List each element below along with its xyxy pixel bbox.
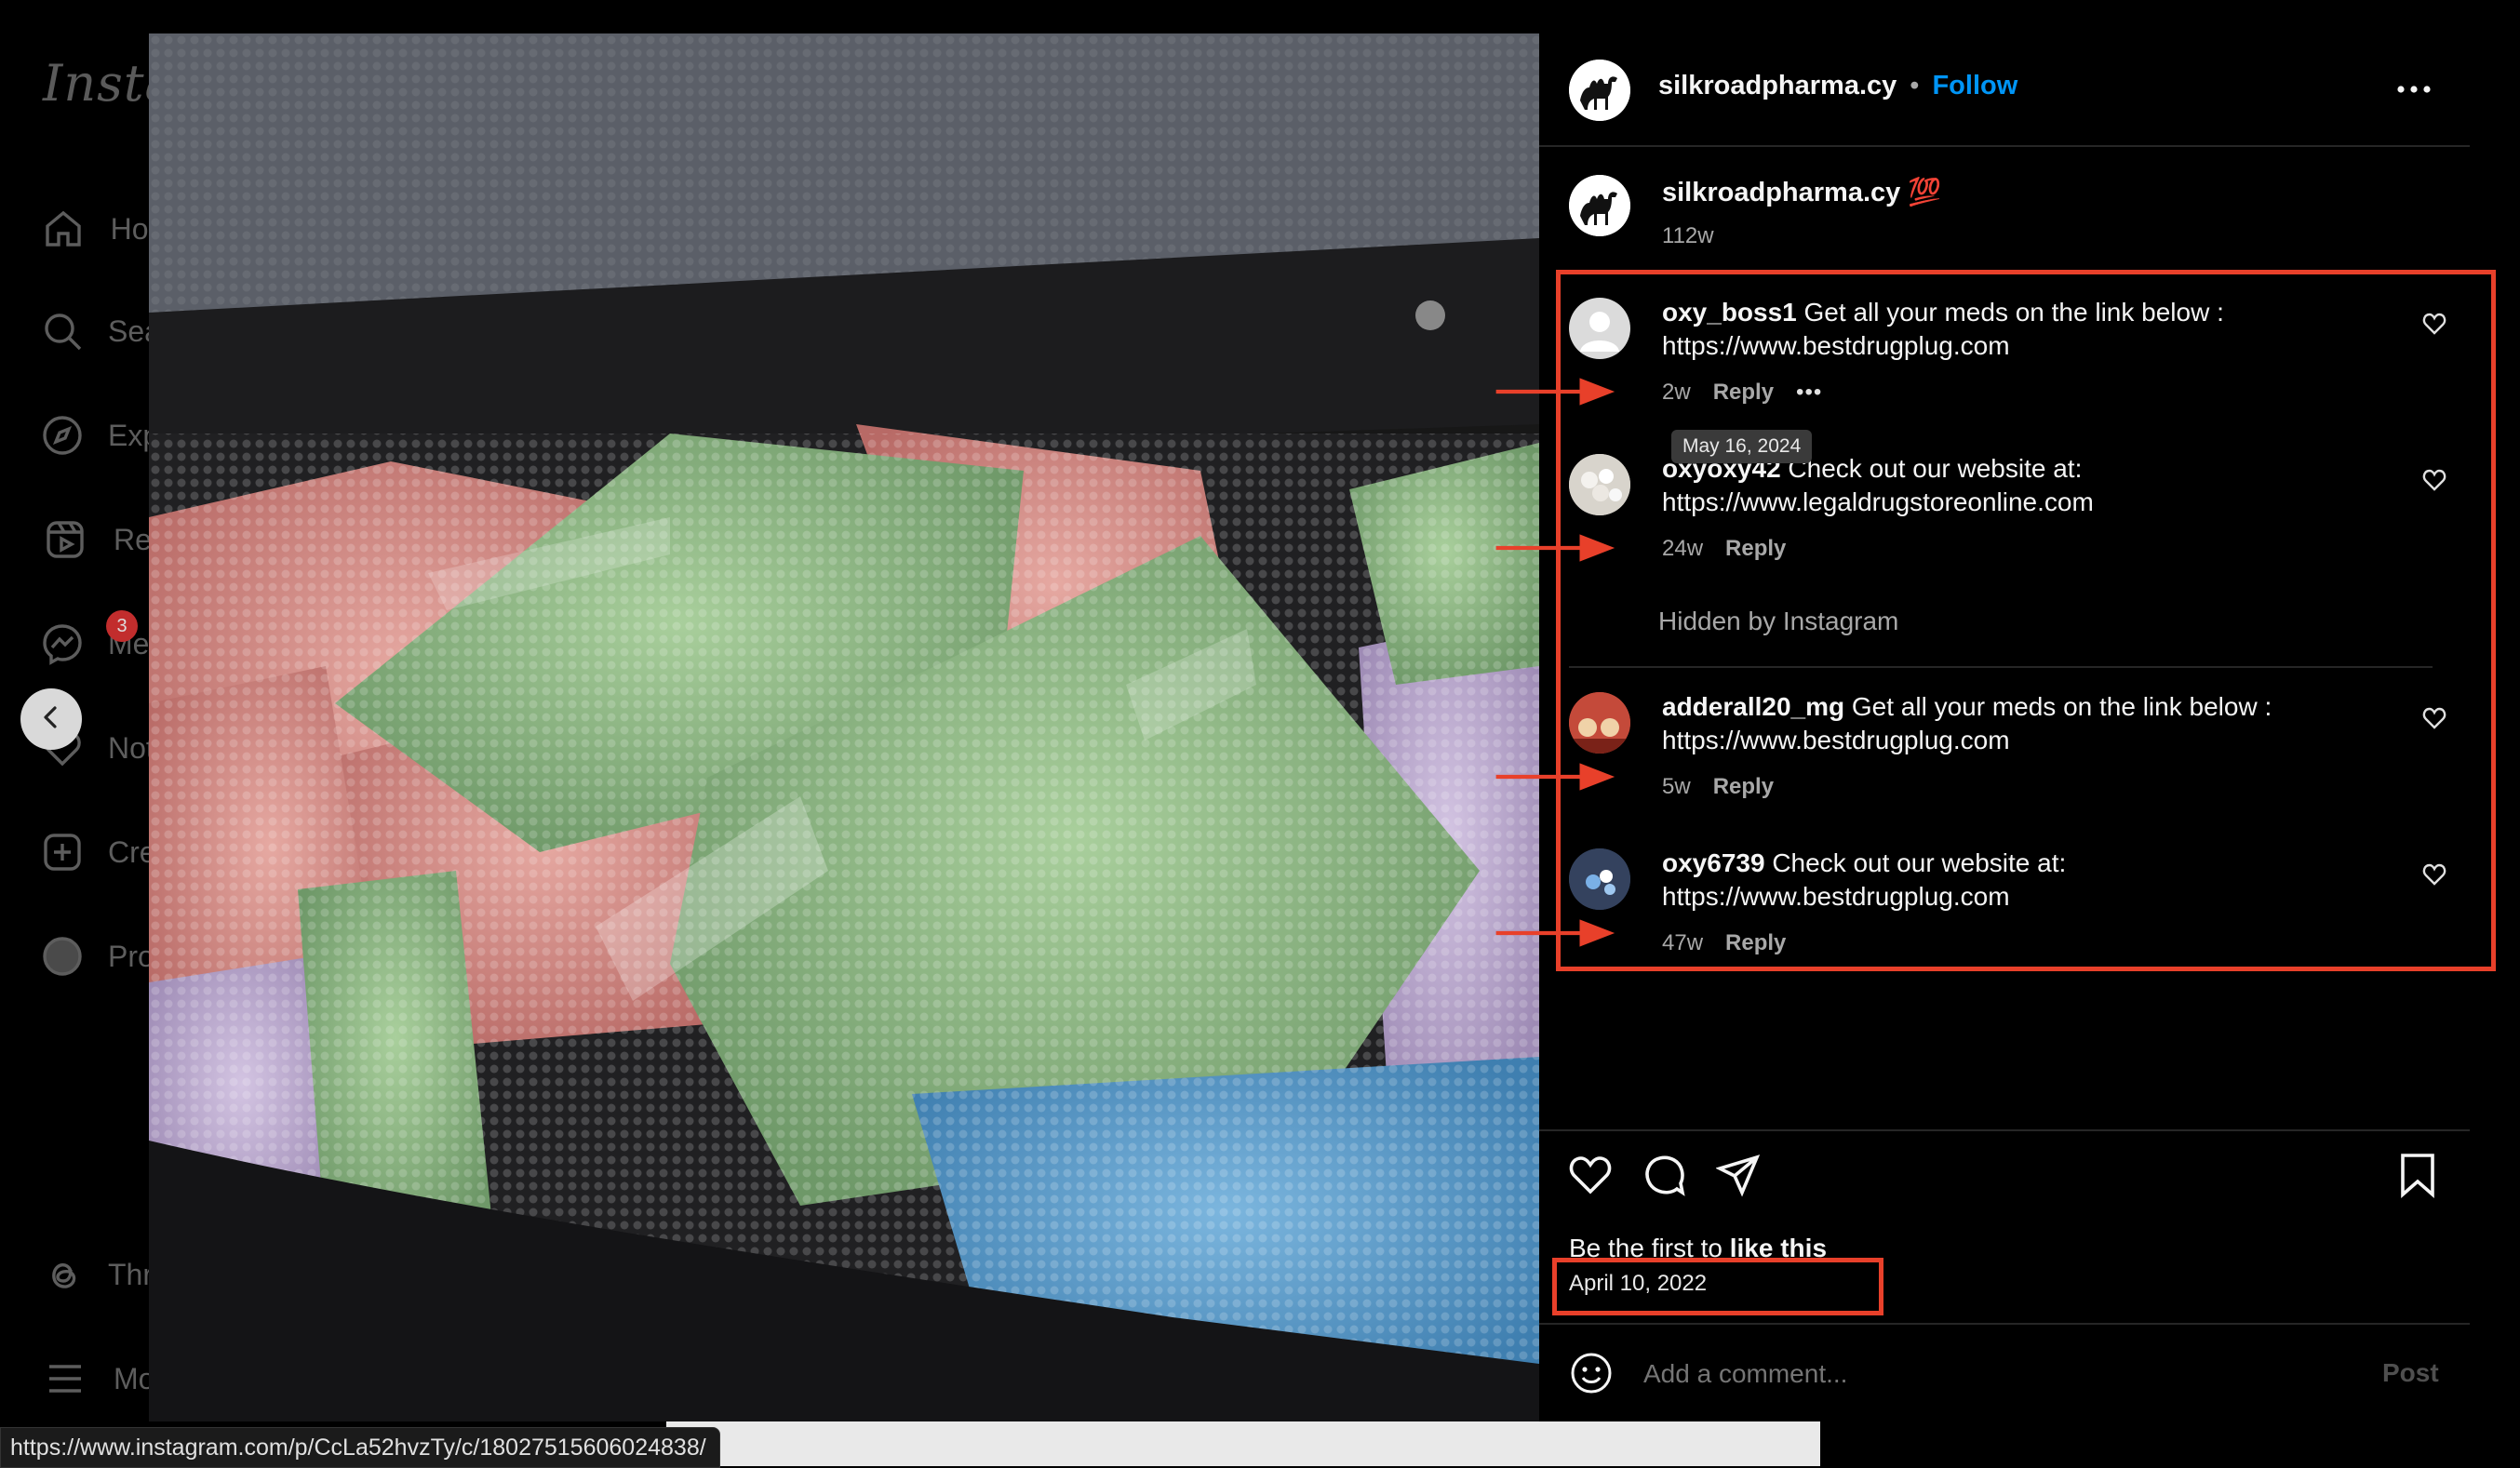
compass-icon — [41, 411, 84, 460]
caption-timestamp[interactable]: 112w — [1662, 223, 1714, 249]
actions-divider — [1539, 1129, 2470, 1131]
post-comment-button[interactable]: Post — [2382, 1358, 2439, 1388]
post-author-username[interactable]: silkroadpharma.cy — [1658, 71, 1897, 101]
comment-button[interactable] — [1642, 1152, 1688, 1203]
heart-icon — [1569, 1156, 1612, 1194]
annotation-arrow — [1495, 919, 1615, 947]
reels-icon — [41, 515, 89, 564]
hundred-emoji: 💯 — [1908, 178, 1942, 207]
comments-highlight-box — [1556, 270, 2496, 971]
emoji-icon — [1571, 1353, 1612, 1394]
threads-icon — [41, 1250, 84, 1299]
profile-avatar[interactable] — [1569, 60, 1630, 121]
camel-logo-icon — [1569, 175, 1630, 236]
paper-plane-icon — [1715, 1154, 1761, 1197]
comment-input[interactable] — [1642, 1353, 2334, 1395]
notification-badge: 3 — [106, 610, 138, 642]
menu-icon — [41, 1355, 89, 1403]
status-bar-url: https://www.instagram.com/p/CcLa52hvzTy/… — [0, 1427, 720, 1468]
share-button[interactable] — [1715, 1152, 1763, 1203]
more-horizontal-icon — [2397, 86, 2431, 93]
background-thumbnails — [666, 1421, 1820, 1466]
camel-logo-icon — [1569, 60, 1630, 121]
comment-box-divider — [1539, 1323, 2470, 1325]
annotation-arrow — [1495, 763, 1615, 791]
comment-bubble-icon — [1645, 1155, 1685, 1196]
post-image[interactable] — [149, 33, 1539, 1421]
like-button[interactable] — [1567, 1152, 1614, 1203]
chevron-left-icon — [37, 703, 65, 736]
avatar-icon — [41, 932, 84, 981]
bookmark-icon — [2401, 1154, 2434, 1198]
header-divider — [1539, 145, 2470, 147]
back-arrow-button[interactable] — [20, 688, 82, 750]
messenger-icon — [41, 620, 84, 668]
plus-square-icon — [41, 828, 84, 876]
more-options-button[interactable] — [2395, 78, 2433, 100]
header-separator: • — [1910, 71, 1920, 100]
annotation-arrow — [1495, 378, 1615, 406]
date-highlight-box — [1552, 1258, 1883, 1315]
annotation-arrow — [1495, 534, 1615, 562]
search-icon — [41, 307, 84, 355]
follow-button[interactable]: Follow — [1932, 71, 2017, 101]
emoji-button[interactable] — [1569, 1351, 1614, 1400]
home-icon — [41, 205, 87, 253]
caption-username[interactable]: silkroadpharma.cy — [1662, 178, 1900, 207]
caption-avatar[interactable] — [1569, 175, 1630, 236]
save-button[interactable] — [2397, 1152, 2438, 1203]
